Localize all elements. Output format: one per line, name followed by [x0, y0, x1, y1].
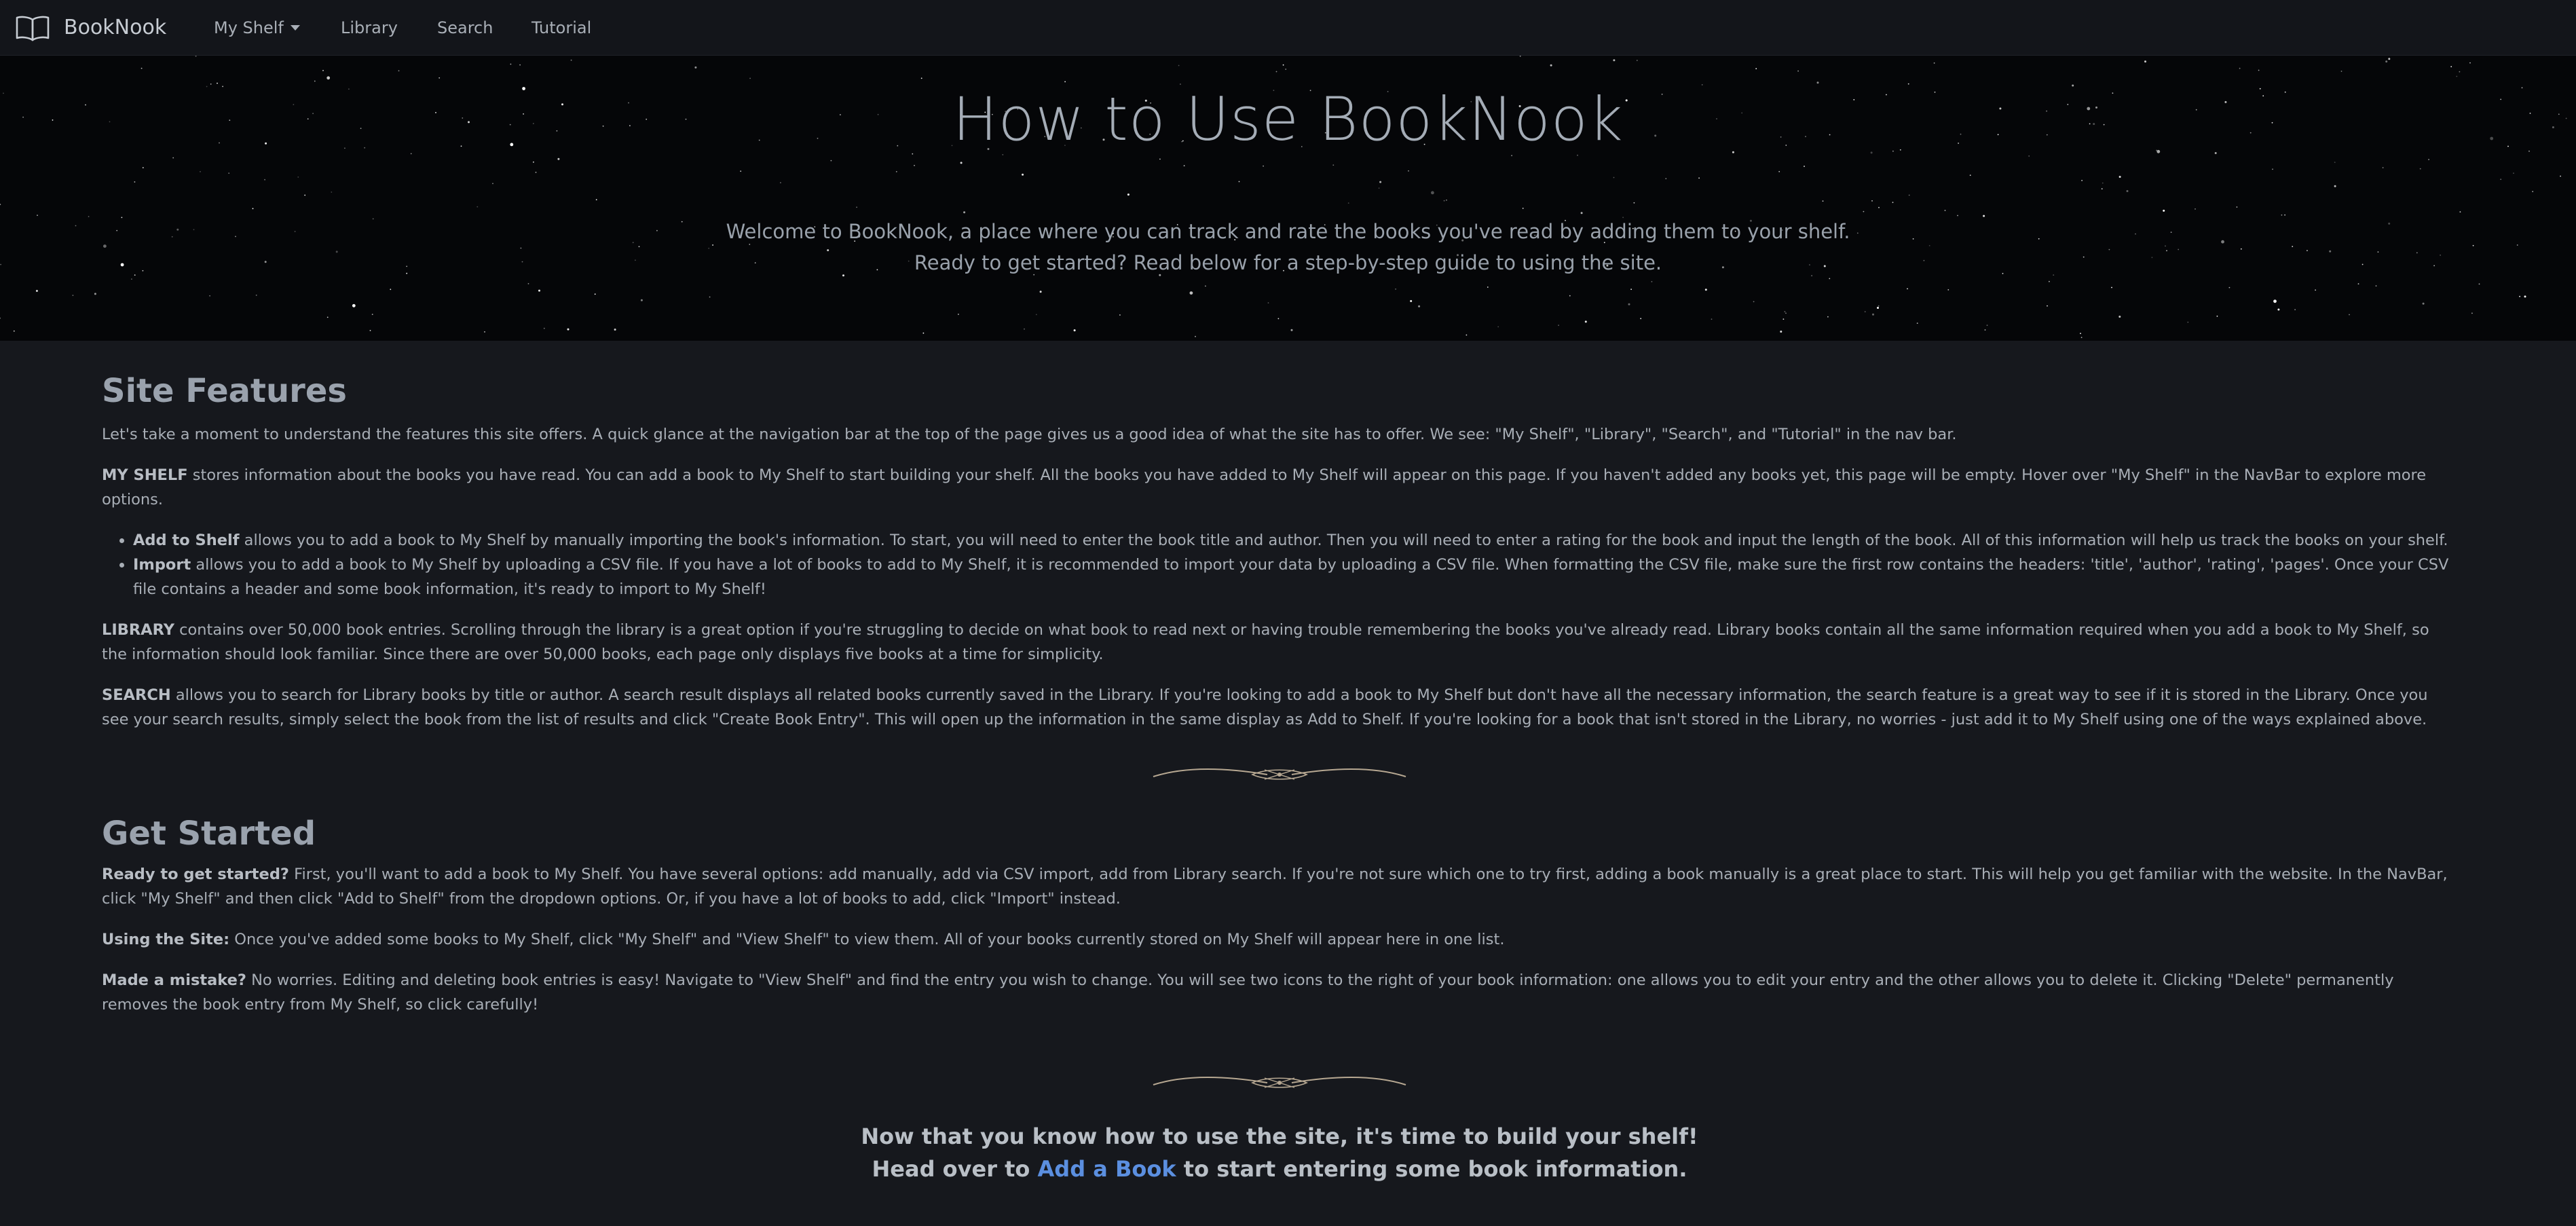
list-item-add-to-shelf: Add to Shelf allows you to add a book to…: [133, 528, 2457, 553]
closing-line-2: Head over to Add a Book to start enterin…: [102, 1153, 2457, 1185]
search-paragraph: SEARCH allows you to search for Library …: [102, 683, 2457, 732]
ready-paragraph: Ready to get started? First, you'll want…: [102, 862, 2457, 911]
add-to-shelf-label: Add to Shelf: [133, 532, 240, 549]
library-paragraph: LIBRARY contains over 50,000 book entrie…: [102, 618, 2457, 667]
nav-my-shelf-dropdown[interactable]: My Shelf: [214, 18, 300, 37]
decorative-flourish-divider-2: [1153, 1077, 1406, 1088]
add-to-shelf-text: allows you to add a book to My Shelf by …: [239, 532, 2448, 549]
hero-lead-line-1: Welcome to BookNook, a place where you c…: [726, 220, 1850, 243]
ready-text: First, you'll want to add a book to My S…: [102, 866, 2448, 908]
list-item-import: Import allows you to add a book to My Sh…: [133, 553, 2457, 601]
add-a-book-link[interactable]: Add a Book: [1038, 1156, 1176, 1182]
hero-lead: Welcome to BookNook, a place where you c…: [0, 216, 2576, 278]
main-content: Site Features Let's take a moment to und…: [102, 341, 2457, 1185]
decorative-flourish-divider: [1153, 768, 1406, 780]
brand-link[interactable]: BookNook: [15, 14, 166, 41]
mistake-text: No worries. Editing and deleting book en…: [102, 971, 2394, 1014]
navbar: BookNook My Shelf Library Search Tutoria…: [0, 0, 2576, 56]
site-features-intro: Let's take a moment to understand the fe…: [102, 426, 1957, 443]
ready-label: Ready to get started?: [102, 866, 289, 883]
nav-search[interactable]: Search: [437, 18, 493, 37]
search-text: allows you to search for Library books b…: [102, 686, 2428, 728]
get-started-heading: Get Started: [102, 815, 316, 853]
closing-line-2-pre: Head over to: [872, 1156, 1038, 1182]
closing-message: Now that you know how to use the site, i…: [102, 1120, 2457, 1185]
library-label: LIBRARY: [102, 621, 174, 639]
using-site-label: Using the Site:: [102, 931, 230, 948]
open-book-icon: [16, 16, 50, 41]
mistake-paragraph: Made a mistake? No worries. Editing and …: [102, 968, 2457, 1017]
nav-my-shelf-label: My Shelf: [214, 18, 284, 37]
my-shelf-label: MY SHELF: [102, 466, 188, 484]
nav-library[interactable]: Library: [341, 18, 398, 37]
brand-name: BookNook: [64, 16, 167, 39]
caret-down-icon: [290, 24, 300, 31]
hero-lead-line-2: Ready to get started? Read below for a s…: [914, 251, 1662, 274]
import-label: Import: [133, 556, 191, 574]
using-site-paragraph: Using the Site: Once you've added some b…: [102, 927, 2457, 952]
mistake-label: Made a mistake?: [102, 971, 246, 989]
my-shelf-paragraph: MY SHELF stores information about the bo…: [102, 463, 2457, 512]
site-features-heading: Site Features: [102, 372, 347, 410]
closing-line-1: Now that you know how to use the site, i…: [861, 1123, 1698, 1149]
closing-line-2-post: to start entering some book information.: [1176, 1156, 1687, 1182]
library-text: contains over 50,000 book entries. Scrol…: [102, 621, 2429, 663]
page-title: How to Use BookNook: [952, 84, 1624, 154]
using-site-text: Once you've added some books to My Shelf…: [229, 931, 1505, 948]
my-shelf-text: stores information about the books you h…: [102, 466, 2427, 508]
import-text: allows you to add a book to My Shelf by …: [133, 556, 2449, 598]
hero-banner: How to Use BookNook Welcome to BookNook,…: [0, 56, 2576, 341]
nav-tutorial[interactable]: Tutorial: [531, 18, 591, 37]
search-label: SEARCH: [102, 686, 171, 704]
my-shelf-options-list: Add to Shelf allows you to add a book to…: [102, 528, 2457, 601]
